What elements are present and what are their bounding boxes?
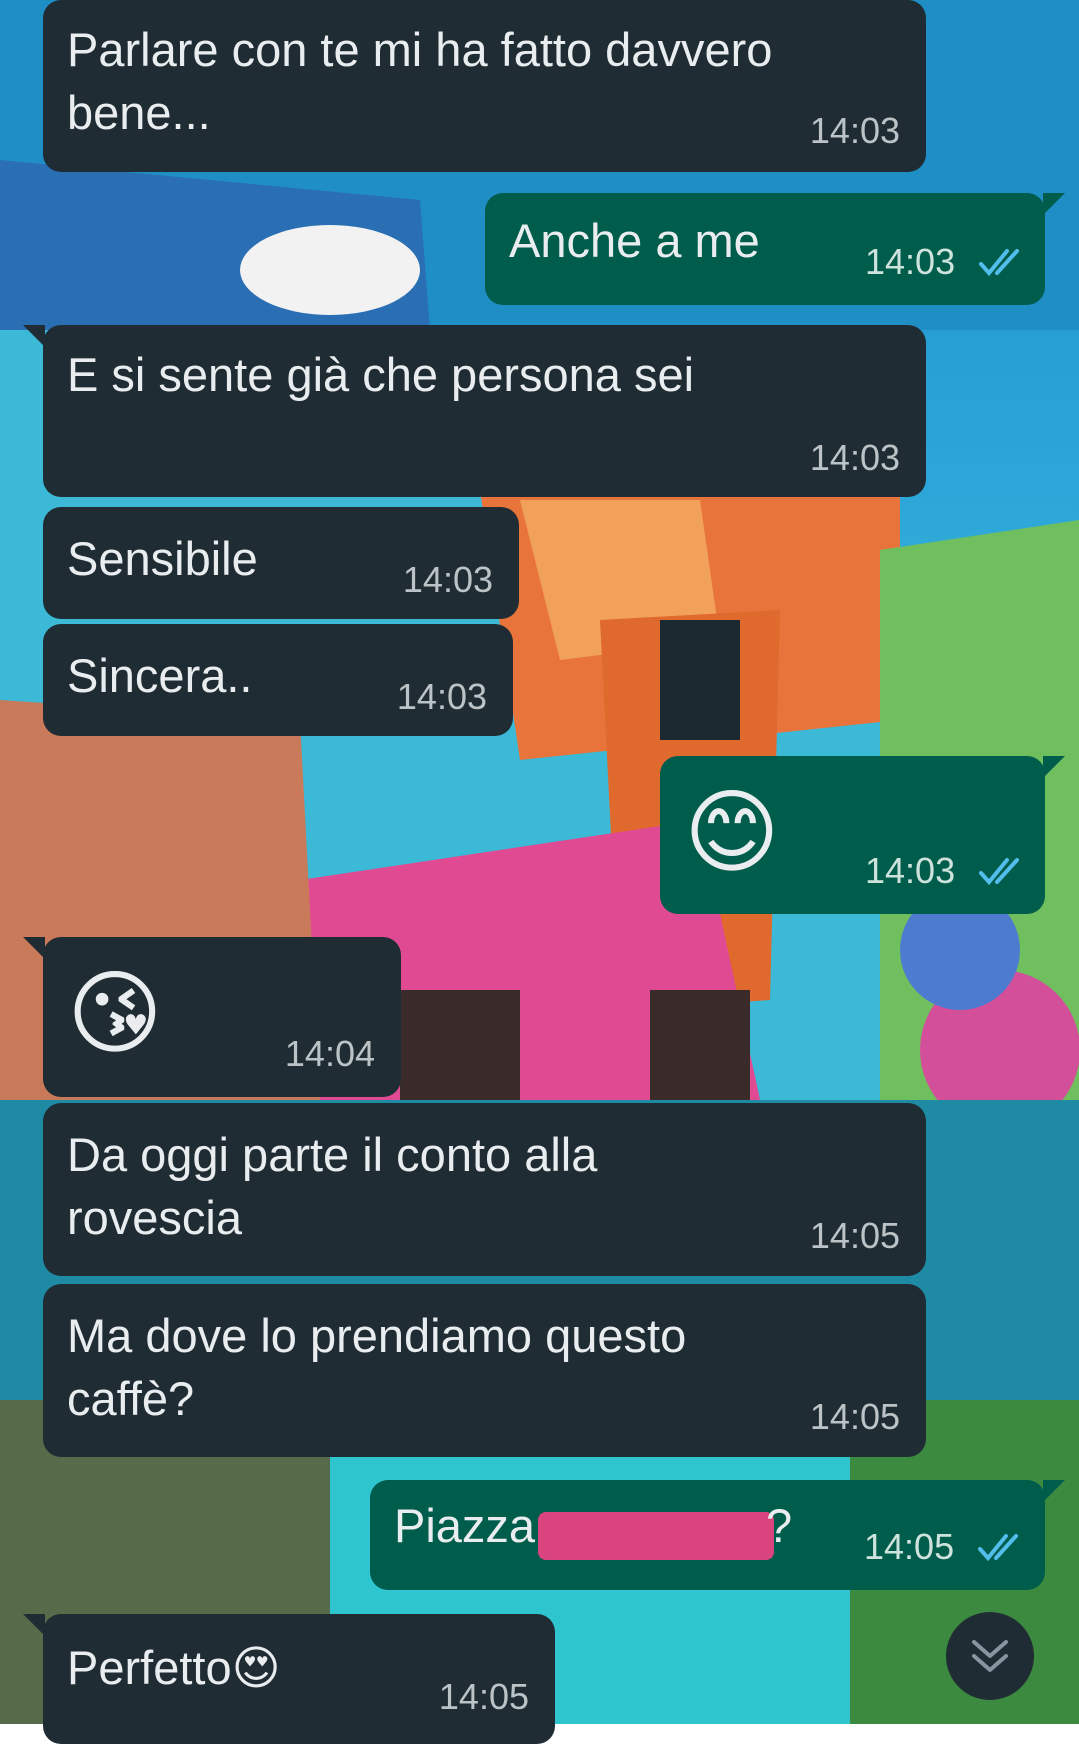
message-time: 14:03	[402, 559, 493, 600]
message-text: Perfetto😍	[67, 1641, 281, 1694]
bubble-tail	[1043, 193, 1065, 215]
message-text: Parlare con te mi ha fatto davvero bene.…	[67, 23, 773, 139]
message-bubble-incoming[interactable]: Sensibile 14:03	[43, 507, 519, 619]
message-time: 14:03	[809, 437, 900, 478]
message-text: Da oggi parte il conto alla rovescia	[67, 1128, 598, 1244]
message-bubble-incoming[interactable]: Sincera.. 14:03	[43, 624, 513, 736]
read-double-check-icon	[979, 249, 1019, 277]
bubble-tail	[23, 937, 45, 959]
redacted-text-block	[538, 1512, 774, 1560]
message-bubble-incoming[interactable]: Da oggi parte il conto alla rovescia 14:…	[43, 1103, 926, 1276]
message-time: 14:04	[284, 1033, 375, 1074]
message-text: Sincera..	[67, 649, 253, 702]
message-text: Piazza	[394, 1499, 536, 1552]
message-time: 14:05	[809, 1396, 900, 1437]
double-chevron-down-icon	[972, 1640, 1008, 1672]
read-double-check-icon	[978, 1534, 1018, 1562]
scroll-to-bottom-button[interactable]	[946, 1612, 1034, 1700]
bubble-tail	[1043, 756, 1065, 778]
bubble-tail	[23, 325, 45, 347]
message-time: 14:05	[438, 1676, 529, 1717]
message-text: Ma dove lo prendiamo questo caffè?	[67, 1309, 687, 1425]
message-bubble-incoming[interactable]: Ma dove lo prendiamo questo caffè? 14:05	[43, 1284, 926, 1457]
message-bubble-outgoing[interactable]: Piazza ? 14:05	[370, 1480, 1065, 1590]
message-time: 14:05	[809, 1215, 900, 1256]
message-text: Sensibile	[67, 532, 258, 585]
message-bubble-outgoing[interactable]: 😊 14:03	[660, 756, 1065, 914]
message-bubble-outgoing[interactable]: Anche a me 14:03	[485, 193, 1065, 305]
message-time: 14:05	[864, 1526, 955, 1567]
message-list[interactable]: Parlare con te mi ha fatto davvero bene.…	[0, 0, 1079, 1744]
message-text: Anche a me	[509, 214, 760, 267]
message-text: 😘	[67, 963, 163, 1065]
message-text-suffix: ?	[766, 1499, 793, 1552]
message-time: 14:03	[865, 241, 956, 282]
message-bubble-incoming[interactable]: 😘 14:04	[23, 937, 401, 1097]
message-text: 😊	[684, 782, 780, 884]
message-time: 14:03	[865, 850, 956, 891]
message-time: 14:03	[809, 110, 900, 151]
message-bubble-incoming[interactable]: Parlare con te mi ha fatto davvero bene.…	[43, 0, 926, 172]
message-bubble-incoming[interactable]: Perfetto😍 14:05	[23, 1614, 555, 1744]
bubble-tail	[1043, 1480, 1065, 1502]
read-double-check-icon	[979, 858, 1019, 886]
message-bubble-incoming[interactable]: E si sente già che persona sei 14:03	[23, 325, 926, 497]
message-text: E si sente già che persona sei	[67, 348, 695, 401]
message-time: 14:03	[396, 676, 487, 717]
bubble-tail	[23, 1614, 45, 1636]
